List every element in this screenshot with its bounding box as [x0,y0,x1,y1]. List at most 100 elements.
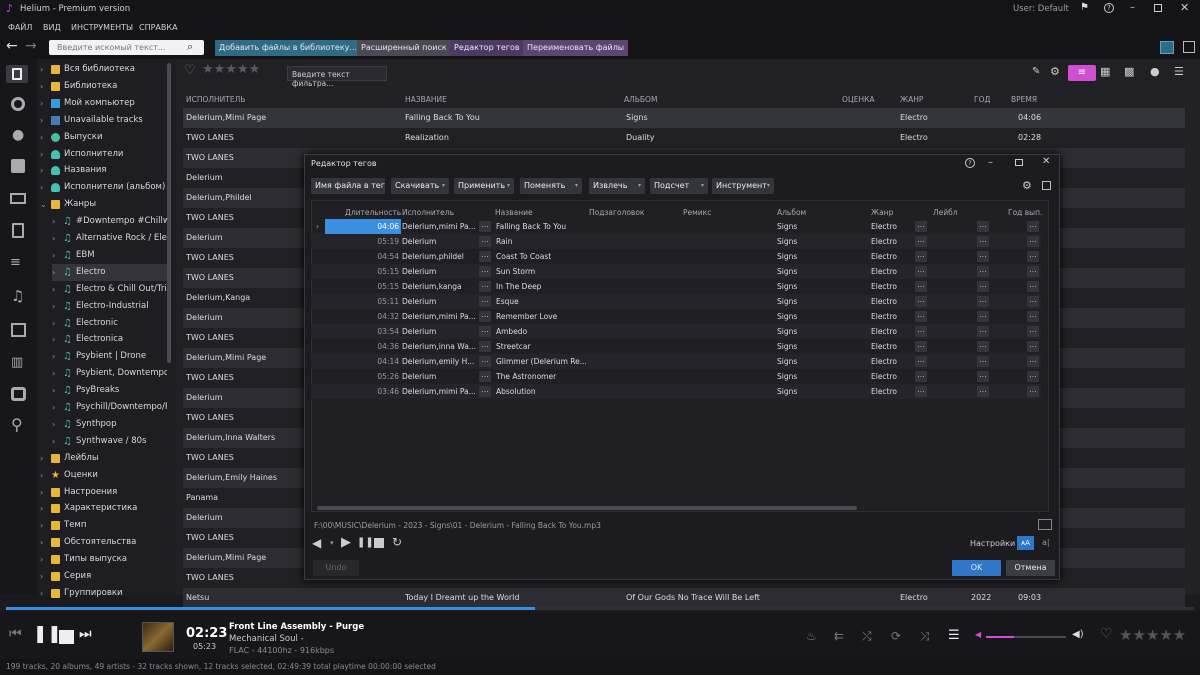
tag-cell-artist[interactable]: Delerium [402,234,476,249]
tag-cell-genre[interactable]: Electro [871,294,921,309]
tag-cell-title[interactable]: Streetcar [496,339,586,354]
tree-item[interactable]: › Обстоятельства [40,534,167,551]
dialog-col-header[interactable]: Исполнитель [402,207,454,219]
tag-row[interactable]: 05:15 Delerium Sun Storm Signs Electro......… [311,264,1041,279]
dialog-col-header[interactable]: Название [495,207,533,219]
dialog-tool-button[interactable]: Извлечь ▾ [589,178,645,194]
expand-chevron-icon[interactable]: › [52,230,60,247]
ellipsis-button[interactable]: ... [977,371,989,382]
tag-cell-artist[interactable]: Delerium,mimi Pa... [402,384,476,399]
tag-cell-title[interactable]: Sun Storm [496,264,586,279]
tree-item[interactable]: › ♫ Synthwave / 80s [52,433,167,450]
queue-icon[interactable]: ⇇ [834,629,844,643]
ellipsis-button[interactable]: ... [479,281,491,292]
tag-cell-artist[interactable]: Delerium,mimi Pa... [402,309,476,324]
tag-cell-title[interactable]: The Astronomer [496,369,586,384]
rename-files-button[interactable]: Переименовать файлы [523,40,629,56]
calendar-icon[interactable] [11,323,26,337]
volume-icon[interactable]: ◀ [312,536,321,550]
tag-cell-artist[interactable]: Delerium [402,294,476,309]
ellipsis-button[interactable]: ... [977,326,989,337]
table-row[interactable]: Delerium,Mimi Page Falling Back To You Sig… [183,108,1185,128]
tag-cell-album[interactable]: Signs [777,369,857,384]
tag-row[interactable]: 04:54 Delerium,phildel Coast To Coast Signs… [311,249,1041,264]
pencil-icon[interactable]: ✎ [1032,66,1040,77]
tree-item[interactable]: › Исполнители [40,146,167,163]
tree-item[interactable]: › Исполнители (альбом) [40,179,167,196]
expand-chevron-icon[interactable]: › [40,162,48,179]
forward-arrow-icon[interactable]: → [25,38,37,54]
dialog-tool-button[interactable]: Применить ▾ [454,178,514,194]
tag-cell-album[interactable]: Signs [777,384,857,399]
col-rating[interactable]: ОЦЕНКА [842,94,875,106]
panel-right-icon[interactable] [1183,41,1195,53]
tree-item[interactable]: › Вся библиотека [40,61,167,78]
tag-editor-button[interactable]: Редактор тегов [450,40,524,56]
expand-chevron-icon[interactable]: › [40,585,48,602]
dialog-repeat-icon[interactable]: ↻ [392,535,402,549]
expand-chevron-icon[interactable]: › [40,95,48,112]
tree-item[interactable]: › ♫ Psybient | Drone [52,348,167,365]
expand-chevron-icon[interactable]: › [52,365,60,382]
menu-tools[interactable]: ИНСТРУМЕНТЫ [71,23,133,32]
expand-chevron-icon[interactable]: ⌄ [40,196,48,213]
tag-cell-album[interactable]: Signs [777,324,857,339]
table-row[interactable]: Netsu Today I Dreamt up the World Of Our G… [183,588,1185,608]
playlist-menu-icon[interactable]: ☰ [948,628,960,643]
ellipsis-button[interactable]: ... [915,356,927,367]
tag-row[interactable]: 04:32 Delerium,mimi Pa... Remember Love Sig… [311,309,1041,324]
search-input[interactable]: Введите искомый текст... ⌕ [49,40,204,55]
help-icon[interactable]: ? [1104,3,1114,13]
volume-slider[interactable] [986,636,1066,638]
ellipsis-button[interactable]: ... [915,221,927,232]
ellipsis-button[interactable]: ... [915,251,927,262]
ellipsis-button[interactable]: ... [1027,221,1039,232]
ellipsis-button[interactable]: ... [977,341,989,352]
tree-item[interactable]: › Характеристика [40,500,167,517]
tag-cell-title[interactable]: Ambedo [496,324,586,339]
tag-cell-genre[interactable]: Electro [871,234,921,249]
menu-view[interactable]: ВИД [43,23,61,32]
tag-row[interactable]: › 04:06 Delerium,mimi Pa... Falling Back To… [311,219,1041,234]
tag-cell-genre[interactable]: Electro [871,309,921,324]
tag-cell-genre[interactable]: Electro [871,264,921,279]
tag-cell-album[interactable]: Signs [777,339,857,354]
tree-item[interactable]: › ♫ PsyBreaks [52,382,167,399]
radio-icon[interactable] [11,387,26,401]
col-year[interactable]: ГОД [974,94,990,106]
tag-row[interactable]: 05:15 Delerium,kanga In The Deep Signs Elect… [311,279,1041,294]
music-note-icon[interactable]: ♫ [11,287,24,305]
tag-cell-genre[interactable]: Electro [871,279,921,294]
tag-cell-genre[interactable]: Electro [871,324,921,339]
tag-row[interactable]: 04:14 Delerium,emily H... Glimmer (Deleriu… [311,354,1041,369]
tag-cell-title[interactable]: Esque [496,294,586,309]
player-rating-stars[interactable]: ★★★★★ [1119,626,1186,644]
playlist-icon[interactable]: ≡ [10,255,21,270]
tree-item[interactable]: › Библиотека [40,78,167,95]
add-files-button[interactable]: Добавить файлы в библиотеку... [215,40,362,56]
settings-gear-icon[interactable]: ⚙ [1050,65,1060,78]
ellipsis-button[interactable]: ... [479,311,491,322]
tree-item[interactable]: › ♫ Psychill/Downtempo/P [52,399,167,416]
search-icon[interactable]: ⌕ [187,40,193,54]
dialog-col-header[interactable]: Жанр [871,207,893,219]
minimize-icon[interactable]: – [1130,2,1135,13]
ellipsis-button[interactable]: ... [479,341,491,352]
view-list-icon[interactable]: ≡ [1068,65,1096,81]
monitor-icon[interactable] [10,193,26,204]
expand-chevron-icon[interactable]: › [52,281,60,298]
tag-cell-genre[interactable]: Electro [871,219,921,234]
expand-chevron-icon[interactable]: › [40,146,48,163]
expand-chevron-icon[interactable]: › [40,551,48,568]
tree-scrollbar[interactable] [167,63,171,363]
tag-cell-title[interactable]: Falling Back To You [496,219,586,234]
dialog-tool-button[interactable]: Подсчет ▾ [650,178,708,194]
tree-item[interactable]: › ♫ Synthpop [52,416,167,433]
ellipsis-button[interactable]: ... [977,236,989,247]
search-nav-icon[interactable]: ⚲ [11,415,23,434]
ellipsis-button[interactable]: ... [479,371,491,382]
maximize-icon[interactable] [1154,4,1162,12]
tree-item[interactable]: › ♫ Psybient, Downtempo, [52,365,167,382]
dialog-stop-icon[interactable] [374,538,384,548]
align-icon[interactable]: a| [1042,538,1050,547]
